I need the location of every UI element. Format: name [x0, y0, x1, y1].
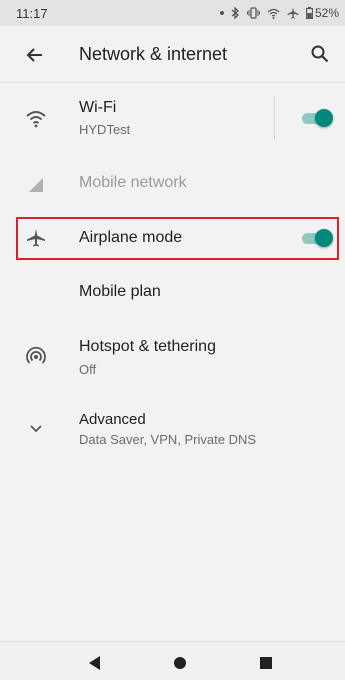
battery-icon — [306, 7, 313, 19]
mobile-plan-item[interactable]: Mobile plan — [0, 268, 345, 314]
status-icons: 52% — [219, 6, 339, 20]
status-time: 11:17 — [16, 5, 48, 21]
back-button[interactable] — [24, 44, 46, 66]
notification-dot-icon — [219, 11, 224, 15]
settings-screen: 11:17 52% Network & internet Wi-Fi HYDTe… — [0, 0, 345, 680]
toolbar-divider — [0, 82, 345, 83]
airplane-icon — [287, 7, 299, 19]
hotspot-item[interactable]: Hotspot & tethering Off — [0, 324, 345, 382]
toolbar: Network & internet — [0, 26, 345, 82]
arrow-left-icon — [26, 48, 42, 62]
wifi-toggle[interactable] — [300, 107, 334, 129]
bluetooth-icon — [231, 7, 240, 19]
wifi-title: Wi-Fi — [79, 99, 117, 116]
wifi-toggle-thumb — [315, 109, 333, 127]
wifi-icon — [267, 8, 280, 19]
battery-indicator: 52% — [306, 6, 339, 20]
airplane-mode-highlight — [16, 217, 339, 260]
wifi-divider — [274, 96, 275, 140]
status-bar: 11:17 52% — [0, 0, 345, 26]
back-triangle-icon — [89, 656, 100, 670]
chevron-down-icon — [24, 416, 48, 440]
wifi-subtitle: HYDTest — [79, 122, 131, 137]
hotspot-icon — [24, 344, 48, 368]
search-button[interactable] — [309, 43, 331, 65]
wifi-item[interactable]: Wi-Fi HYDTest — [0, 88, 345, 148]
navigation-bar — [0, 641, 345, 680]
wifi-icon — [24, 107, 48, 131]
mobile-network-item[interactable]: Mobile network — [0, 160, 345, 206]
search-icon — [311, 45, 329, 63]
advanced-title: Advanced — [79, 411, 146, 428]
home-circle-icon — [174, 657, 186, 669]
recents-square-icon — [260, 657, 272, 669]
page-title: Network & internet — [79, 44, 228, 64]
vibrate-icon — [246, 7, 260, 19]
nav-recents-button[interactable] — [257, 654, 275, 672]
advanced-subtitle: Data Saver, VPN, Private DNS — [79, 432, 257, 447]
nav-back-button[interactable] — [86, 654, 104, 672]
advanced-item[interactable]: Advanced Data Saver, VPN, Private DNS — [0, 398, 345, 456]
hotspot-subtitle: Off — [79, 362, 97, 377]
nav-home-button[interactable] — [171, 654, 189, 672]
mobile-network-title: Mobile network — [79, 174, 187, 191]
battery-level: 52% — [314, 6, 339, 20]
mobile-plan-title: Mobile plan — [79, 283, 161, 300]
hotspot-title: Hotspot & tethering — [79, 338, 216, 355]
signal-icon — [24, 172, 48, 196]
